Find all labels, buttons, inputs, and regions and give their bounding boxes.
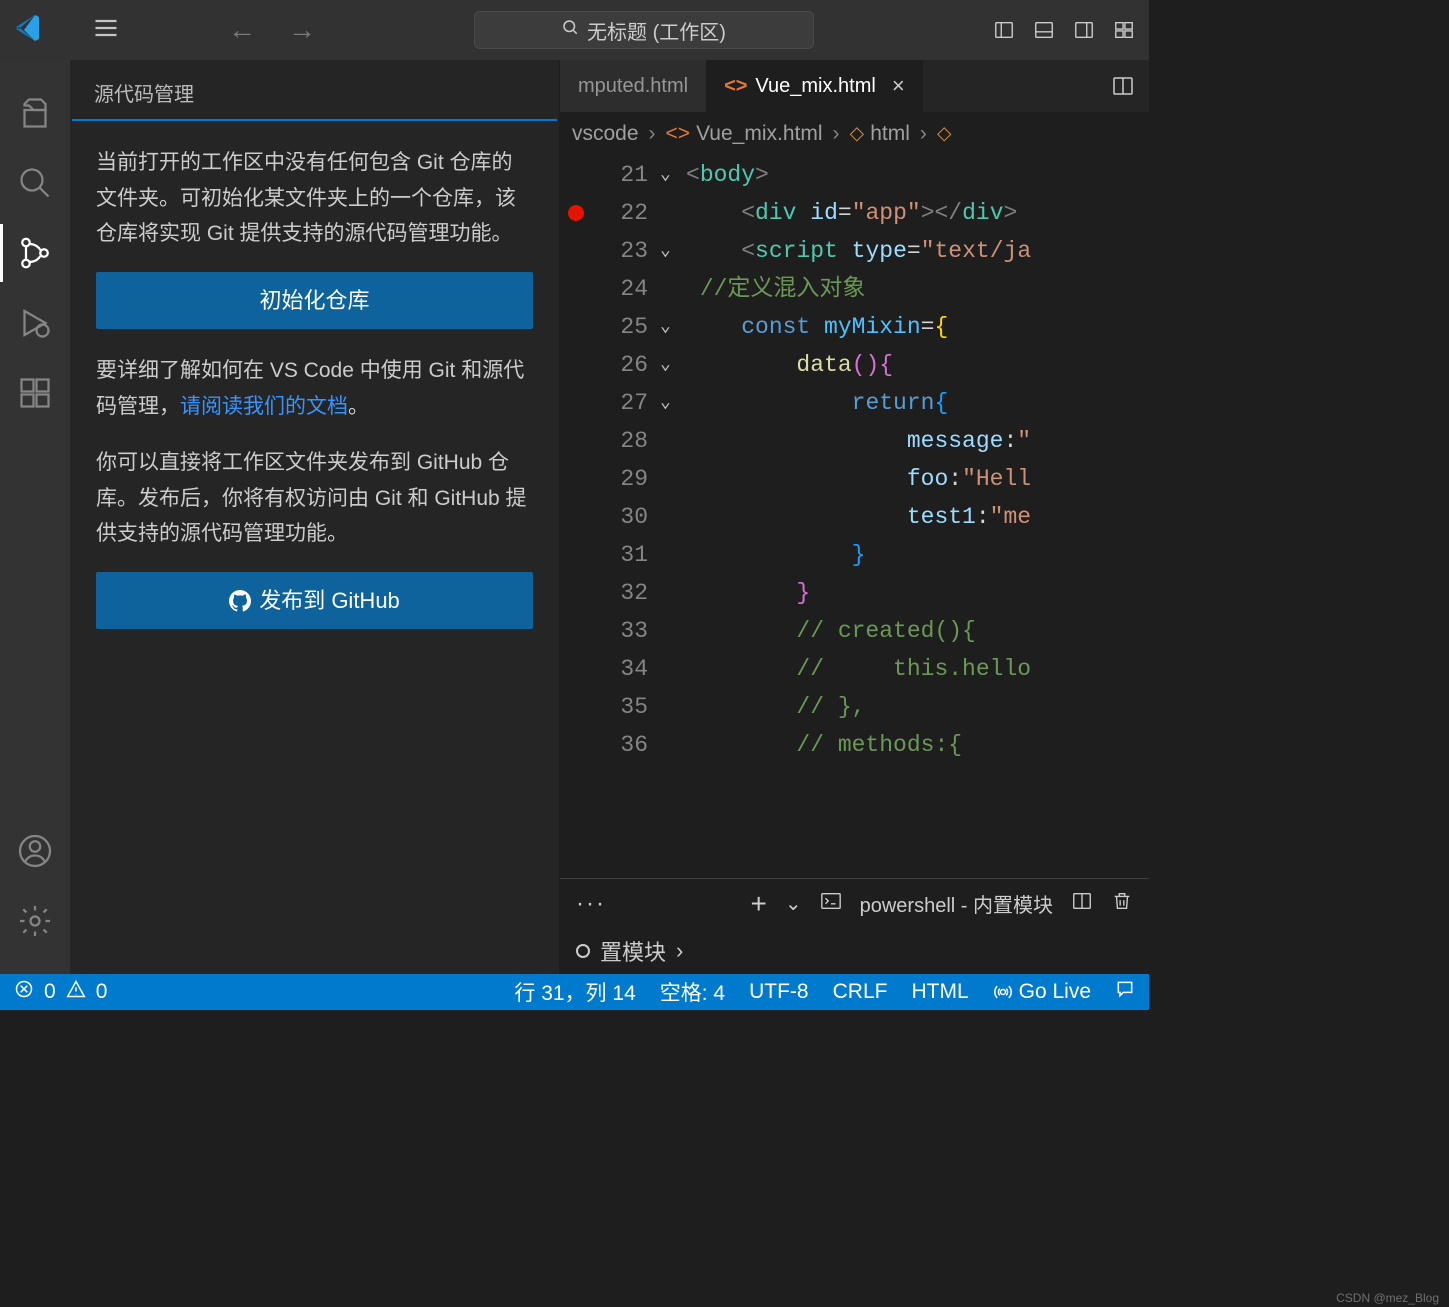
vscode-logo-icon [12, 12, 44, 49]
errors-count[interactable]: 0 [44, 980, 56, 1004]
indent[interactable]: 空格: 4 [660, 977, 725, 1007]
panel-overflow-icon[interactable]: ··· [576, 890, 606, 918]
terminal-label[interactable]: powershell - 内置模块 [860, 889, 1053, 918]
activity-search-icon[interactable] [0, 148, 70, 218]
feedback-icon[interactable] [1115, 979, 1135, 1005]
terminal-icon [820, 890, 842, 918]
breadcrumbs[interactable]: vscode › <> Vue_mix.html › ⬦ html › ⬦ [560, 112, 1149, 156]
main: 源代码管理 当前打开的工作区中没有任何包含 Git 仓库的文件夹。可初始化某文件… [0, 60, 1149, 974]
warnings-count[interactable]: 0 [96, 980, 108, 1004]
circle-icon [576, 944, 590, 958]
warnings-icon[interactable] [66, 979, 86, 1005]
new-terminal-icon[interactable]: + [750, 888, 766, 920]
code-editor[interactable]: 21222324252627282930313233343536 ⌄⌄⌄⌄⌄ <… [560, 156, 1149, 878]
layout-panel-icon[interactable] [1031, 17, 1057, 43]
crumb-file[interactable]: <> Vue_mix.html [666, 122, 823, 146]
broadcast-icon [993, 982, 1013, 1002]
activity-debug-icon[interactable] [0, 288, 70, 358]
tab-computed-html[interactable]: mputed.html [560, 60, 706, 112]
language-mode[interactable]: HTML [911, 980, 968, 1004]
encoding[interactable]: UTF-8 [749, 980, 809, 1004]
activity-bar [0, 60, 70, 974]
activity-scm-icon[interactable] [0, 218, 70, 288]
sidebar-title: 源代码管理 [70, 60, 559, 119]
terminal-output[interactable]: 置模块 › [560, 928, 1149, 974]
layout-customize-icon[interactable] [1111, 17, 1137, 43]
panel-trash-icon[interactable] [1111, 890, 1133, 918]
nav-back-icon[interactable]: ← [228, 14, 256, 46]
crumb-folder[interactable]: vscode [572, 122, 639, 146]
publish-github-button[interactable]: 发布到 GitHub [96, 572, 533, 629]
watermark: CSDN @mez_Blog [1336, 1291, 1439, 1305]
crumb-symbol[interactable]: ⬦ html [850, 122, 910, 146]
split-editor-icon[interactable] [1097, 60, 1149, 112]
activity-settings-icon[interactable] [0, 886, 70, 956]
close-icon[interactable]: × [892, 73, 905, 99]
terminal-dropdown-icon[interactable]: ⌄ [785, 891, 802, 916]
activity-extensions-icon[interactable] [0, 358, 70, 428]
eol[interactable]: CRLF [833, 980, 888, 1004]
tab-vue-mix-html[interactable]: <> Vue_mix.html × [706, 60, 923, 112]
breakpoint-icon[interactable] [568, 205, 584, 221]
menu-icon[interactable] [92, 14, 120, 47]
activity-account-icon[interactable] [0, 816, 70, 886]
panel-split-icon[interactable] [1071, 890, 1093, 918]
scm-intro-text: 当前打开的工作区中没有任何包含 Git 仓库的文件夹。可初始化某文件夹上的一个仓… [96, 145, 533, 252]
go-live-button[interactable]: Go Live [993, 980, 1091, 1004]
github-icon [229, 590, 251, 612]
html-file-icon: <> [724, 75, 747, 98]
activity-explorer-icon[interactable] [0, 78, 70, 148]
editor-tabs: mputed.html <> Vue_mix.html × [560, 60, 1149, 112]
command-center[interactable]: 无标题 (工作区) [474, 11, 814, 49]
nav-forward-icon[interactable]: → [288, 14, 316, 46]
command-center-text: 无标题 (工作区) [587, 16, 726, 45]
editor-area: mputed.html <> Vue_mix.html × vscode › <… [560, 60, 1149, 974]
cube-icon: ⬦ [937, 122, 952, 146]
errors-icon[interactable] [14, 979, 34, 1005]
titlebar: ← → 无标题 (工作区) [0, 0, 1149, 60]
scm-doc-text: 要详细了解如何在 VS Code 中使用 Git 和源代码管理，请阅读我们的文档… [96, 353, 533, 424]
cursor-position[interactable]: 行 31，列 14 [514, 977, 635, 1007]
init-repo-button[interactable]: 初始化仓库 [96, 272, 533, 329]
status-bar: 0 0 行 31，列 14 空格: 4 UTF-8 CRLF HTML Go L… [0, 974, 1149, 1010]
layout-sidebar-left-icon[interactable] [991, 17, 1017, 43]
scm-sidebar: 源代码管理 当前打开的工作区中没有任何包含 Git 仓库的文件夹。可初始化某文件… [70, 60, 560, 974]
layout-sidebar-right-icon[interactable] [1071, 17, 1097, 43]
scm-github-text: 你可以直接将工作区文件夹发布到 GitHub 仓库。发布后，你将有权访问由 Gi… [96, 445, 533, 552]
docs-link[interactable]: 请阅读我们的文档 [180, 395, 348, 418]
search-icon [561, 18, 579, 42]
panel-header: ··· + ⌄ powershell - 内置模块 [560, 878, 1149, 928]
